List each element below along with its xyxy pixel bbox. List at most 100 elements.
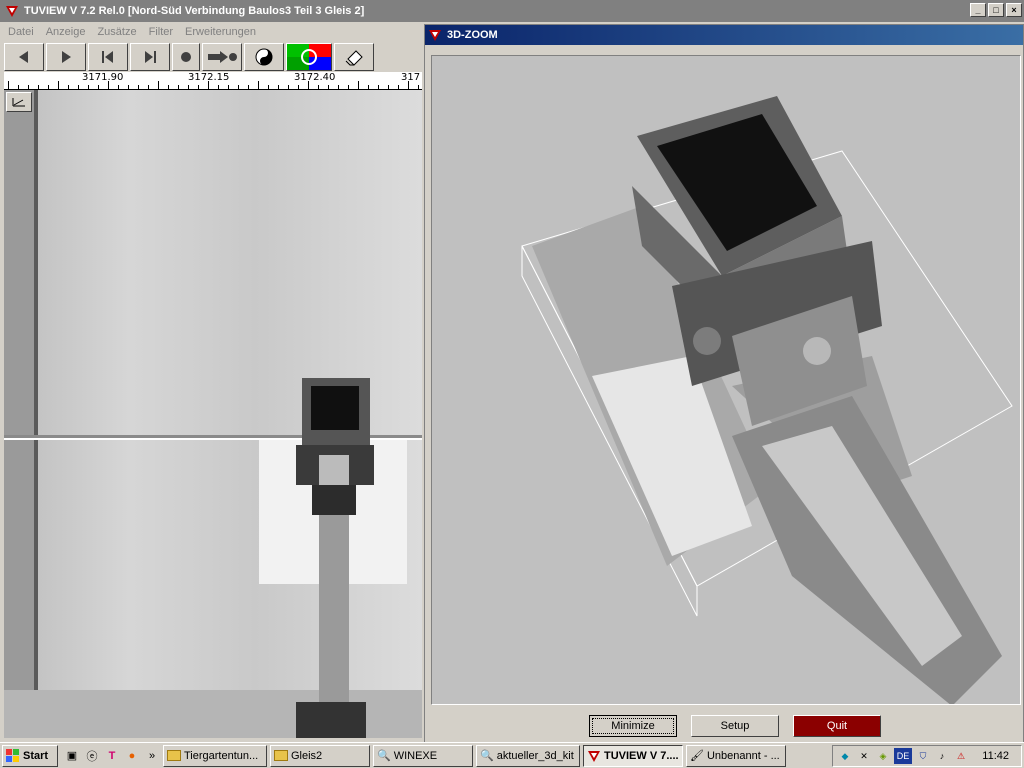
main-title-bar[interactable]: TUVIEW V 7.2 Rel.0 [Nord-Süd Verbindung …	[0, 0, 1024, 22]
tunnel-image-view[interactable]	[4, 90, 422, 738]
ruler-tick	[128, 85, 129, 89]
ruler-tick	[418, 85, 419, 89]
prev-icon	[19, 51, 28, 63]
show-desktop-icon[interactable]: ▣	[64, 748, 80, 764]
ruler-label: 317	[401, 72, 421, 83]
skip-last-icon	[145, 51, 156, 63]
prev-button[interactable]	[4, 43, 44, 71]
ruler-tick	[238, 85, 239, 89]
stop-icon	[181, 52, 191, 62]
quick-launch: ▣ ⓔ T ● »	[64, 748, 160, 764]
display-icon[interactable]: ◈	[875, 748, 891, 764]
ie-icon[interactable]: ⓔ	[84, 748, 100, 764]
tools-icon[interactable]: ✕	[856, 748, 872, 764]
minimize-window-button[interactable]: _	[970, 3, 986, 17]
tunnel-image	[4, 90, 422, 738]
language-indicator[interactable]: DE	[894, 748, 912, 764]
yin-yang-button[interactable]	[244, 43, 284, 71]
color-wheel-button[interactable]	[286, 43, 332, 71]
search-folder-icon: 🔍	[377, 750, 391, 762]
task-gleis2[interactable]: Gleis2	[270, 744, 370, 767]
stop-button[interactable]	[172, 43, 200, 71]
skip-first-icon	[102, 51, 113, 63]
shield-icon[interactable]: ⛉	[915, 748, 931, 764]
ruler-tick	[408, 81, 409, 89]
ruler-tick	[148, 85, 149, 89]
zoom-window: 3D-ZOOM Minimize Setup Quit	[424, 24, 1024, 744]
ruler-tick	[298, 85, 299, 89]
taskbar: Start ▣ ⓔ T ● » Tiergartentun... Gleis2 …	[0, 742, 1024, 768]
record-button[interactable]	[202, 43, 242, 71]
windows-logo-icon	[6, 748, 19, 762]
task-label: TUVIEW V 7....	[604, 749, 679, 762]
task-tiergartentunnel[interactable]: Tiergartentun...	[163, 744, 267, 767]
zoom-title-bar[interactable]: 3D-ZOOM	[425, 25, 1023, 45]
system-tray: ◆ ✕ ◈ DE ⛉ ♪ ⚠ 11:42	[832, 745, 1022, 767]
eraser-button[interactable]	[334, 43, 374, 71]
maximize-window-button[interactable]: □	[988, 3, 1004, 17]
ruler-tick	[348, 85, 349, 89]
desktop: TUVIEW V 7.2 Rel.0 [Nord-Süd Verbindung …	[0, 0, 1024, 768]
ruler-tick	[138, 85, 139, 89]
menu-erweiterungen[interactable]: Erweiterungen	[179, 26, 262, 38]
task-label: WINEXE	[393, 749, 438, 762]
ruler-tick	[258, 81, 259, 89]
ruler-tick	[248, 85, 249, 89]
network-icon[interactable]: ◆	[837, 748, 853, 764]
play-icon	[62, 51, 71, 63]
close-window-button[interactable]: ×	[1006, 3, 1022, 17]
ruler-tick	[228, 85, 229, 89]
skip-first-button[interactable]	[88, 43, 128, 71]
ruler-tick	[368, 85, 369, 89]
tuview-app-icon	[4, 3, 20, 19]
eraser-icon	[345, 50, 363, 66]
menu-zusaetze[interactable]: Zusätze	[91, 26, 142, 38]
ruler-tick	[18, 85, 19, 89]
menu-filter[interactable]: Filter	[143, 26, 179, 38]
color-wheel-icon	[287, 44, 331, 70]
ruler-tick	[58, 81, 59, 89]
menu-datei[interactable]: Datei	[2, 26, 40, 38]
zoom-title-text: 3D-ZOOM	[447, 29, 498, 41]
ruler-tick	[398, 85, 399, 89]
ruler-tick	[118, 85, 119, 89]
task-label: Gleis2	[291, 749, 323, 762]
t-online-icon[interactable]: T	[104, 748, 120, 764]
ruler-tick	[338, 85, 339, 89]
speaker-icon[interactable]: ♪	[934, 748, 950, 764]
play-button[interactable]	[46, 43, 86, 71]
start-button[interactable]: Start	[2, 744, 58, 767]
ruler-tick	[78, 85, 79, 89]
ruler-tick	[208, 81, 209, 89]
security-alert-icon[interactable]: ⚠	[953, 748, 969, 764]
view-corner-button[interactable]	[6, 92, 32, 112]
setup-button[interactable]: Setup	[691, 715, 779, 737]
skip-last-button[interactable]	[130, 43, 170, 71]
quit-button[interactable]: Quit	[793, 715, 881, 737]
ruler-tick	[158, 81, 159, 89]
search-folder-icon: 🔍	[480, 750, 494, 762]
ruler-tick	[218, 85, 219, 89]
ruler-tick	[278, 85, 279, 89]
firefox-icon[interactable]: ●	[124, 748, 140, 764]
folder-icon	[274, 750, 288, 761]
task-tuview[interactable]: TUVIEW V 7....	[583, 744, 683, 767]
main-title-text: TUVIEW V 7.2 Rel.0 [Nord-Süd Verbindung …	[24, 5, 365, 17]
ruler-tick	[178, 85, 179, 89]
ruler-tick	[358, 81, 359, 89]
task-unbenannt[interactable]: 🖌 Unbenannt - ...	[686, 744, 786, 767]
more-chevron-icon[interactable]: »	[144, 748, 160, 764]
ruler-tick	[168, 85, 169, 89]
task-aktueller-3d-kit[interactable]: 🔍 aktueller_3d_kit	[476, 744, 580, 767]
minimize-button[interactable]: Minimize	[589, 715, 677, 737]
start-label: Start	[23, 749, 49, 762]
zoom-3d-canvas[interactable]	[431, 55, 1021, 705]
menu-anzeige[interactable]: Anzeige	[40, 26, 92, 38]
position-ruler: 3171.90 3172.15 3172.40 317	[4, 72, 422, 90]
task-winexe[interactable]: 🔍 WINEXE	[373, 744, 473, 767]
clock: 11:42	[982, 750, 1009, 762]
main-window-controls: _ □ ×	[970, 3, 1022, 17]
main-toolbar	[0, 42, 424, 72]
yin-yang-icon	[255, 48, 273, 66]
ruler-tick	[98, 85, 99, 89]
